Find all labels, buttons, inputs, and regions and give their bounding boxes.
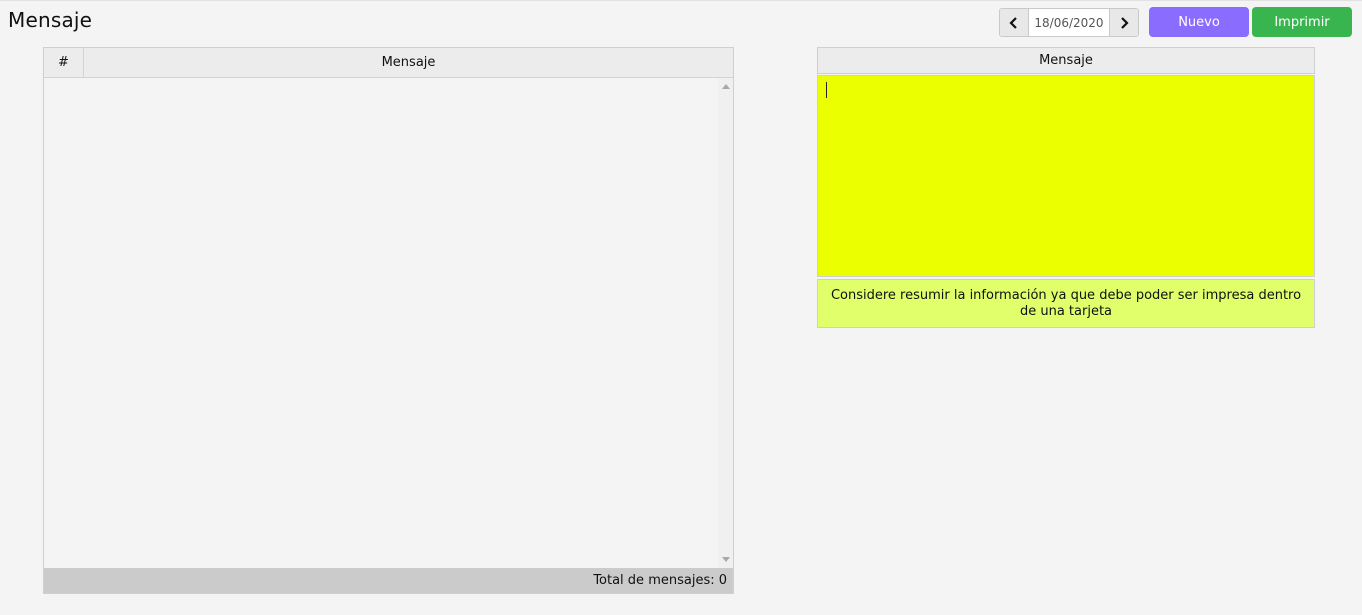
editor-hint: Considere resumir la información ya que …: [817, 279, 1315, 328]
page-title: Mensaje: [8, 8, 93, 32]
top-divider: [0, 0, 1362, 1]
messages-table: # Mensaje Total de mensajes: 0: [43, 47, 734, 594]
column-header-number[interactable]: #: [44, 48, 84, 77]
scroll-down-arrow-icon[interactable]: [722, 557, 730, 562]
chevron-left-icon: [1009, 16, 1017, 29]
previous-date-button[interactable]: [1000, 9, 1029, 36]
scroll-up-arrow-icon[interactable]: [722, 84, 730, 89]
message-textarea[interactable]: [817, 75, 1315, 277]
table-footer-total: Total de mensajes: 0: [44, 568, 733, 593]
imprimir-button[interactable]: Imprimir: [1252, 7, 1352, 37]
date-input[interactable]: [1029, 9, 1109, 36]
column-header-message[interactable]: Mensaje: [84, 48, 733, 77]
nuevo-button[interactable]: Nuevo: [1149, 7, 1249, 37]
table-header: # Mensaje: [44, 48, 733, 78]
next-date-button[interactable]: [1109, 9, 1138, 36]
date-navigator: [999, 8, 1139, 37]
table-body[interactable]: [44, 78, 733, 568]
message-editor-panel: Mensaje Considere resumir la información…: [817, 47, 1315, 328]
editor-header: Mensaje: [817, 47, 1315, 74]
chevron-right-icon: [1121, 16, 1129, 29]
vertical-scrollbar[interactable]: [718, 78, 733, 568]
text-caret: [826, 82, 827, 98]
